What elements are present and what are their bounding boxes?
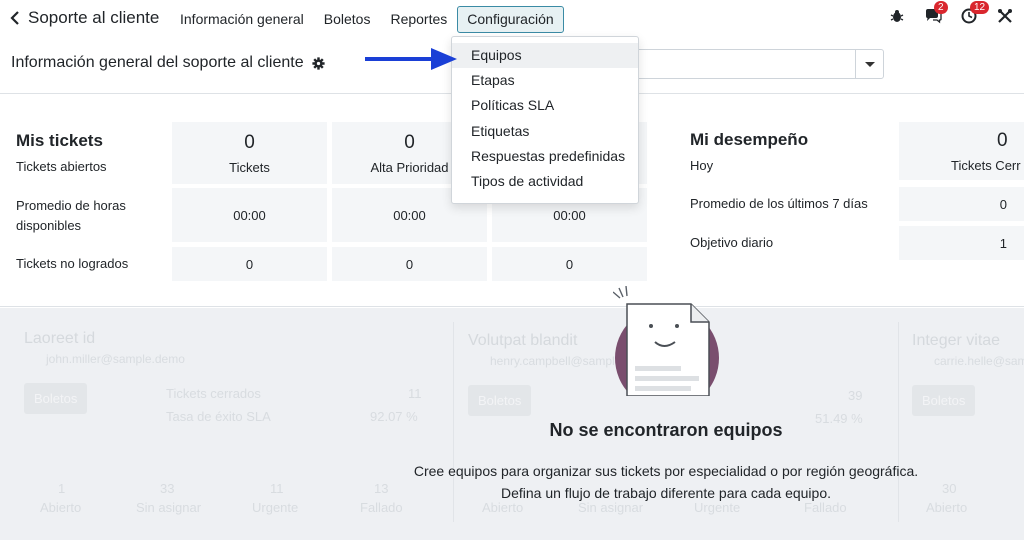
empty-state-text: Cree equipos para organizar sus tickets … [0,460,1024,504]
empty-state-title: No se encontraron equipos [549,420,783,440]
caret-down-icon [864,61,875,67]
empty-state-line-2: Defina un flujo de trabajo diferente par… [500,485,831,501]
cell-value: 00:00 [553,207,586,223]
sample-tickets-button: Boletos [24,383,88,414]
sample-team-email: john.miller@sample.demo [46,352,185,366]
cell-value: 0 [565,256,574,272]
row-label-hours: Promedio de horas disponibles [16,198,126,233]
menu-configuracion[interactable]: Configuración [457,6,564,33]
cell-value: 0 [244,131,255,153]
page-title: Información general del soporte al clien… [11,54,325,72]
sample-tickets-button: Boletos [912,385,976,416]
menu-item-etapas[interactable]: Etapas [452,68,638,93]
sample-closed-label: Tickets cerrados [166,386,261,401]
menu-boletos[interactable]: Boletos [314,6,381,33]
configuracion-dropdown: Equipos Etapas Políticas SLA Etiquetas R… [451,36,639,204]
sample-team-email: carrie.helle@sample.demo [934,354,1024,368]
menu-item-equipos[interactable]: Equipos [452,43,638,69]
menu-item-etiquetas[interactable]: Etiquetas [452,119,638,144]
performance-title: Mi desempeño [690,130,809,149]
empty-teams-illustration [613,286,719,396]
page-title-text: Información general del soporte al clien… [11,54,304,71]
sample-team-name: Volutpat blandit [468,332,578,349]
row-label-open: Tickets abiertos [16,159,107,174]
my-tickets-title: Mis tickets [16,131,103,150]
menu-informacion-general[interactable]: Información general [170,6,314,33]
messages-badge: 2 [934,1,948,14]
cell-value: 00:00 [393,207,426,223]
cell-failed-3[interactable]: 0 [492,247,647,281]
empty-state-line-1: Cree equipos para organizar sus tickets … [413,463,919,479]
cell-failed-2[interactable]: 0 [332,247,487,281]
cell-label: Tickets [229,159,270,175]
sample-tickets-button: Boletos [468,385,532,416]
chevron-left-icon[interactable] [10,11,20,25]
cell-value: 0 [997,129,1008,151]
row-label-avg: Promedio de los últimos 7 días [690,196,868,211]
clock-icon[interactable]: 12 [960,1,990,25]
cell-value: 00:00 [233,207,266,223]
annotation-arrow-icon [365,48,457,70]
menu-reportes[interactable]: Reportes [380,6,457,33]
search-input[interactable] [620,49,884,79]
row-label-target: Objetivo diario [690,235,774,250]
sample-team-name: Integer vitae [912,332,1001,349]
top-navbar: Soporte al cliente Información general B… [0,0,1024,38]
cell-value: 0 [405,256,414,272]
cell-closed-today[interactable]: 0 Tickets Cerr [899,122,1024,180]
bug-icon[interactable] [888,7,906,25]
cell-value: 1 [999,235,1007,251]
app-title[interactable]: Soporte al cliente [28,8,159,28]
cell-hours-1[interactable]: 00:00 [172,188,327,242]
cell-open-tickets[interactable]: 0 Tickets [172,122,327,184]
cell-label: Tickets Cerr [951,157,1021,173]
sample-closed-value: 39 [848,388,863,403]
cell-value: 0 [404,131,415,153]
cell-target[interactable]: 1 [899,226,1024,260]
cell-failed-1[interactable]: 0 [172,247,327,281]
menu-item-tipos-actividad[interactable]: Tipos de actividad [452,169,638,194]
gear-icon[interactable] [312,56,325,70]
activity-badge: 12 [970,1,990,14]
cell-label: Alta Prioridad [370,159,449,175]
chat-icon[interactable]: 2 [924,1,948,25]
cell-value: 0 [245,256,254,272]
sample-closed-value: 11 [408,386,422,401]
breadcrumb[interactable]: Soporte al cliente [10,8,159,28]
main-menu: Información general Boletos Reportes Con… [170,6,564,33]
sample-team-name: Laoreet id [24,330,96,347]
cell-avg[interactable]: 0 [899,187,1024,221]
tools-icon[interactable] [996,7,1014,25]
search-options-toggle[interactable] [855,50,883,78]
menu-item-respuestas-predefinidas[interactable]: Respuestas predefinidas [452,144,638,169]
cell-value: 0 [999,196,1007,212]
row-label-failed: Tickets no logrados [16,256,129,271]
row-label-today: Hoy [690,158,714,173]
systray: 2 12 [888,1,1014,25]
menu-item-politicas-sla[interactable]: Políticas SLA [452,93,638,118]
